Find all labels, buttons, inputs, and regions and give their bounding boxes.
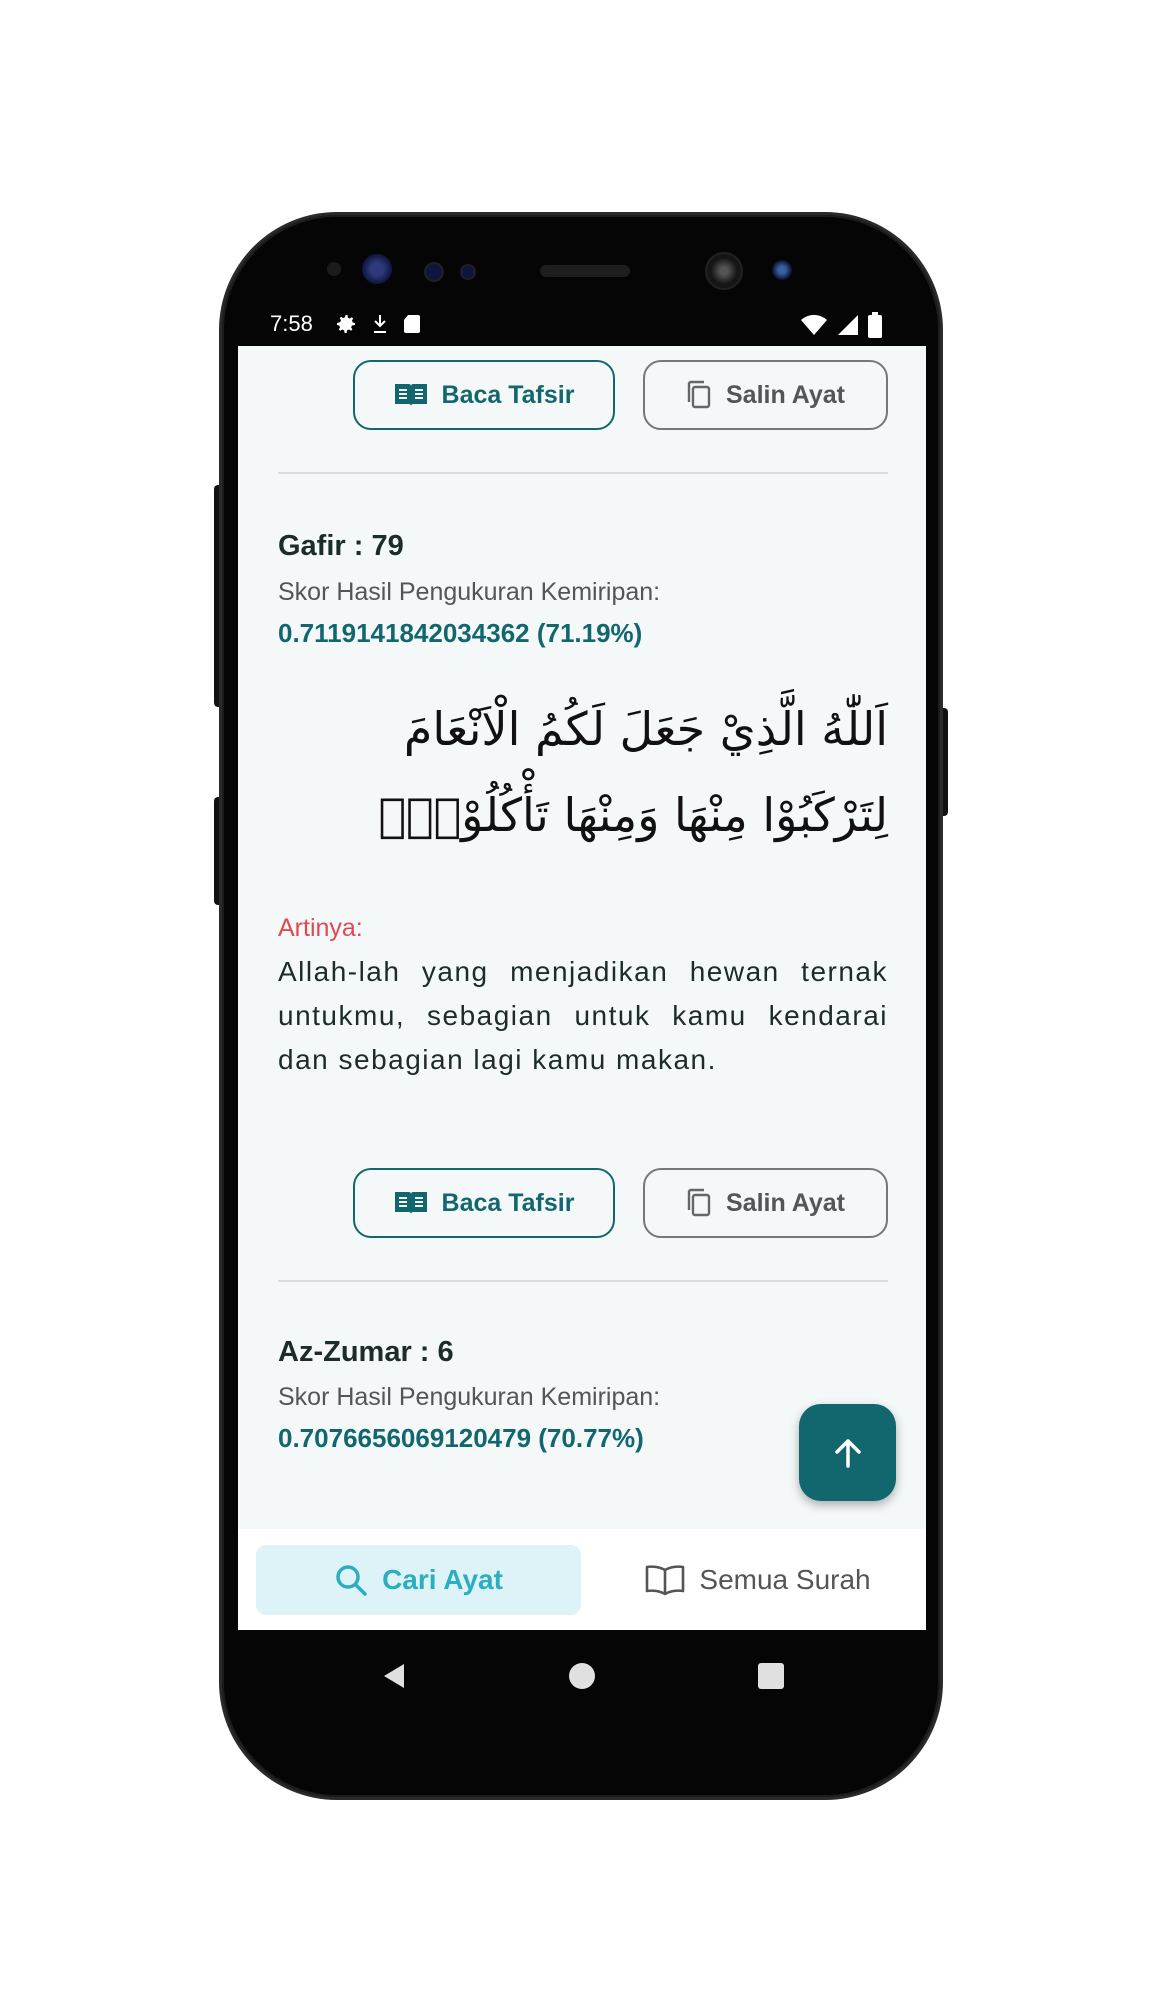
search-icon xyxy=(336,1565,367,1596)
copy-icon xyxy=(687,1188,711,1217)
salin-ayat-label: Salin Ayat xyxy=(725,1188,846,1217)
earpiece-speaker xyxy=(540,265,630,277)
book-icon xyxy=(394,1192,427,1214)
system-navigation-bar xyxy=(238,1630,926,1720)
artinya-label: Artinya: xyxy=(278,914,363,942)
verse-heading: Az-Zumar : 6 xyxy=(278,1336,454,1368)
score-label: Skor Hasil Pengukuran Kemiripan: xyxy=(278,578,661,606)
baca-tafsir-label: Baca Tafsir xyxy=(441,1188,575,1217)
sd-card-icon xyxy=(404,315,420,333)
divider xyxy=(278,472,888,474)
wifi-icon xyxy=(801,314,827,335)
divider xyxy=(278,1280,888,1282)
book-icon xyxy=(394,384,427,406)
battery-icon xyxy=(868,312,882,338)
proximity-sensor xyxy=(424,262,444,282)
sensor-dot xyxy=(327,262,341,276)
verse-translation: Allah-lah yang menjadikan hewan ternak u… xyxy=(278,956,888,1075)
recents-icon[interactable] xyxy=(758,1663,784,1689)
signal-icon xyxy=(838,315,858,335)
back-icon[interactable] xyxy=(380,1662,408,1690)
home-icon[interactable] xyxy=(568,1662,596,1690)
proximity-sensor-2 xyxy=(460,264,476,280)
gear-icon xyxy=(337,315,355,333)
copy-icon xyxy=(687,380,711,409)
baca-tafsir-button[interactable]: Baca Tafsir xyxy=(353,360,615,430)
book-open-icon xyxy=(646,1565,685,1596)
result-actions: Baca Tafsir Salin Ayat xyxy=(278,1168,888,1240)
baca-tafsir-button[interactable]: Baca Tafsir xyxy=(353,1168,615,1238)
front-sensor xyxy=(362,254,392,284)
score-label: Skor Hasil Pengukuran Kemiripan: xyxy=(278,1383,661,1411)
bottom-navigation: Cari Ayat Semua Surah xyxy=(238,1529,926,1630)
front-camera-2 xyxy=(772,260,792,280)
app-screen: Baca Tafsir Salin Ayat Gafir : 79 Skor H… xyxy=(238,346,926,1630)
score-value: 0.7119141842034362 (71.19%) xyxy=(278,618,643,648)
nav-cari-ayat-label: Cari Ayat xyxy=(382,1564,503,1595)
salin-ayat-button[interactable]: Salin Ayat xyxy=(643,1168,888,1238)
verse-heading: Gafir : 79 xyxy=(278,530,404,562)
previous-result-actions: Baca Tafsir Salin Ayat xyxy=(278,360,888,432)
baca-tafsir-label: Baca Tafsir xyxy=(441,380,575,409)
front-camera xyxy=(705,252,743,290)
status-bar: 7:58 xyxy=(262,306,890,346)
salin-ayat-label: Salin Ayat xyxy=(725,380,846,409)
nav-semua-surah-label: Semua Surah xyxy=(699,1564,871,1595)
status-time: 7:58 xyxy=(270,311,313,336)
score-value: 0.7076656069120479 (70.77%) xyxy=(278,1423,644,1453)
nav-semua-surah[interactable]: Semua Surah xyxy=(618,1545,898,1615)
arrow-up-icon xyxy=(834,1438,861,1468)
download-icon xyxy=(374,315,386,333)
scroll-top-button[interactable] xyxy=(799,1404,896,1501)
arabic-verse: اَللّٰهُ الَّذِيْ جَعَلَ لَكُمُ الْاَنْع… xyxy=(378,702,888,842)
salin-ayat-button[interactable]: Salin Ayat xyxy=(643,360,888,430)
nav-cari-ayat[interactable]: Cari Ayat xyxy=(256,1545,581,1615)
